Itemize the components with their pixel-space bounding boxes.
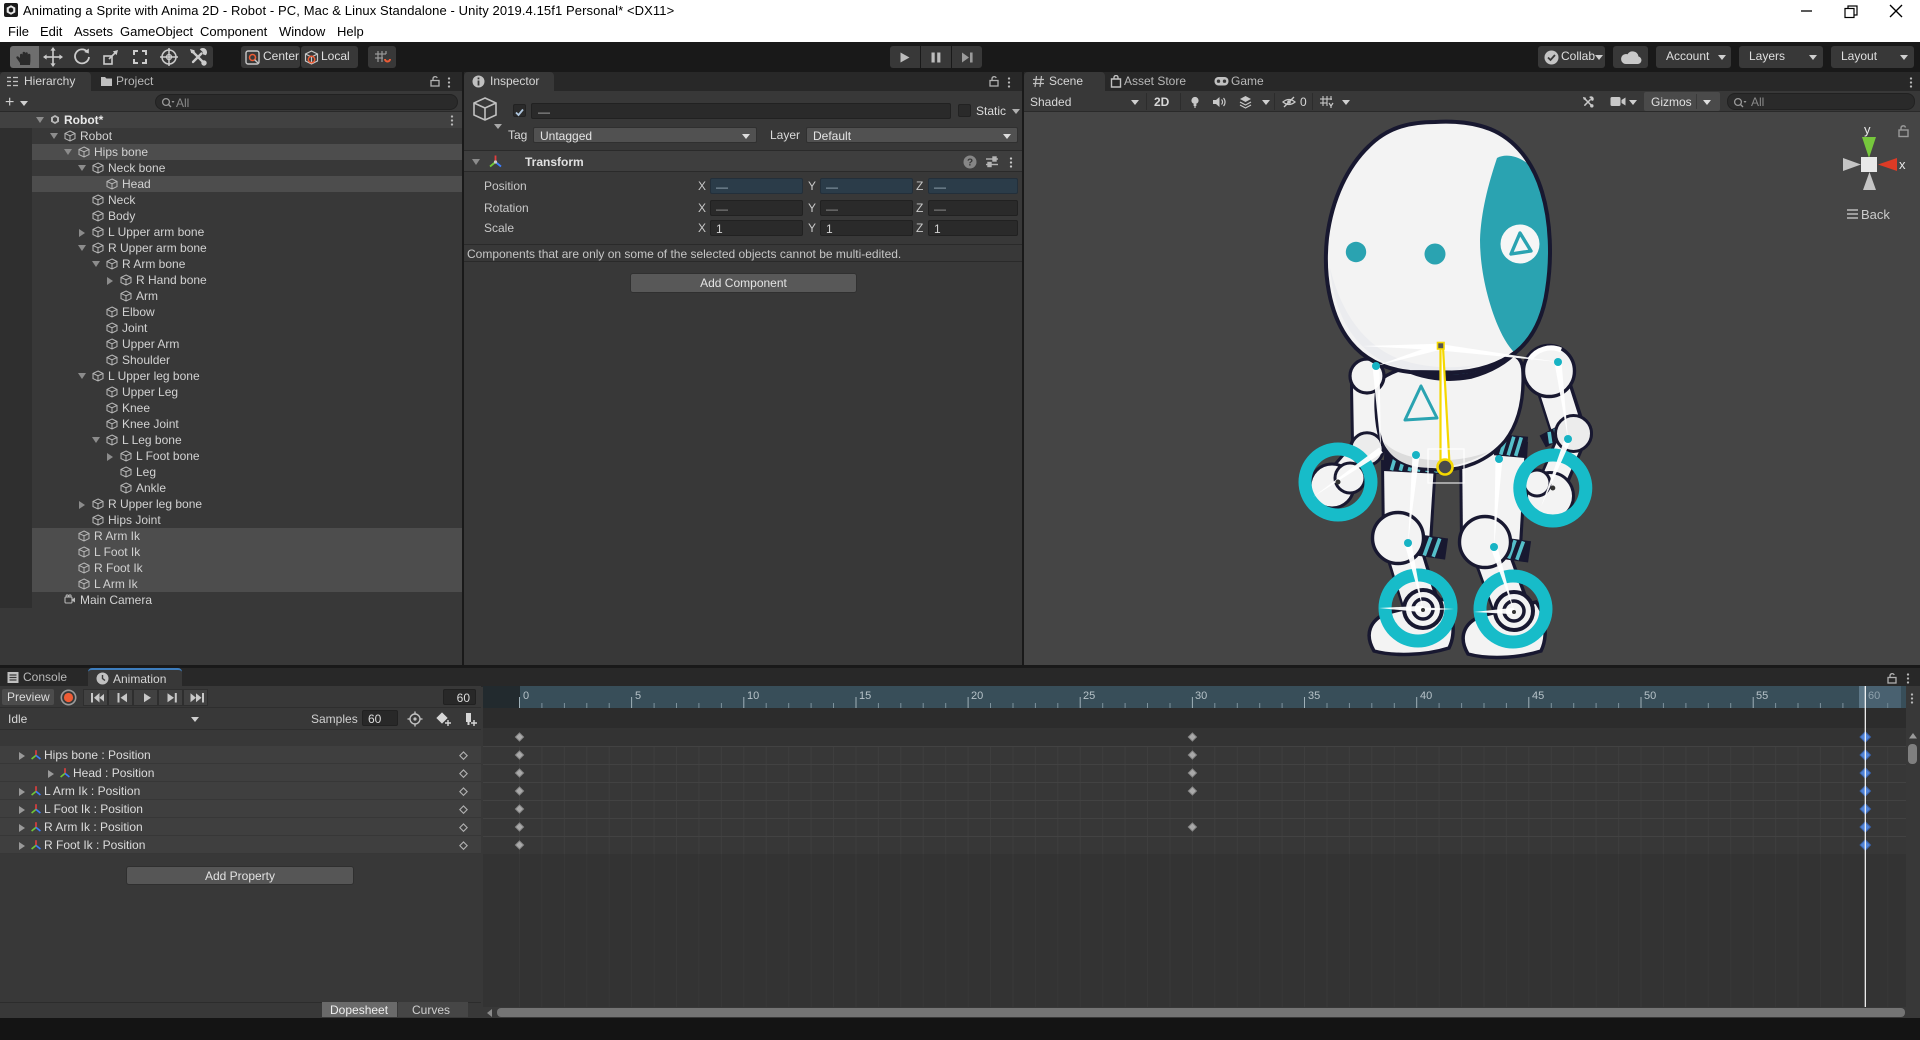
svg-text:Back: Back [1861, 207, 1890, 222]
svg-text:x: x [1899, 157, 1906, 172]
svg-text:y: y [1864, 122, 1871, 137]
svg-text:?: ? [967, 158, 973, 169]
